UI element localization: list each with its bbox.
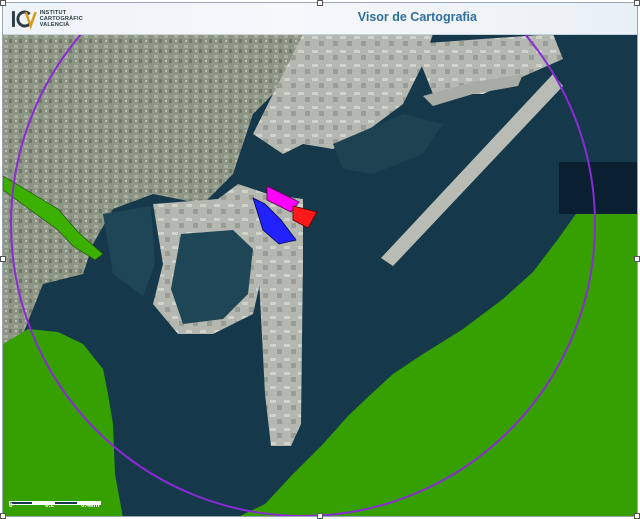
- app-header: INSTITUT CARTOGRÀFIC VALENCIÀ Visor de C…: [3, 3, 637, 35]
- map-canvas[interactable]: [3, 34, 638, 517]
- resize-handle-top[interactable]: [317, 0, 323, 6]
- resize-handle-bottom[interactable]: [317, 513, 323, 519]
- logo-text: INSTITUT CARTOGRÀFIC VALENCIÀ: [40, 10, 83, 28]
- resize-handle-top-right[interactable]: [634, 0, 640, 6]
- scale-label: 0.4km: [81, 502, 100, 509]
- resize-handle-left[interactable]: [0, 256, 6, 262]
- resize-handle-bottom-left[interactable]: [0, 513, 6, 519]
- viewer-window: INSTITUT CARTOGRÀFIC VALENCIÀ Visor de C…: [2, 2, 638, 517]
- resize-handle-top-left[interactable]: [0, 0, 6, 6]
- scale-bar: 0 0.2 0.4km: [9, 495, 109, 513]
- icv-logo-icon: [11, 10, 37, 30]
- resize-handle-right[interactable]: [634, 256, 640, 262]
- scale-label: 0: [9, 502, 13, 509]
- missing-tile: [559, 162, 637, 214]
- resize-handle-bottom-right[interactable]: [634, 513, 640, 519]
- logo-line: VALENCIÀ: [39, 22, 70, 28]
- icv-logo[interactable]: INSTITUT CARTOGRÀFIC VALENCIÀ: [11, 6, 83, 32]
- page-title: Visor de Cartografia: [357, 10, 477, 24]
- scale-label: 0.2: [45, 502, 55, 509]
